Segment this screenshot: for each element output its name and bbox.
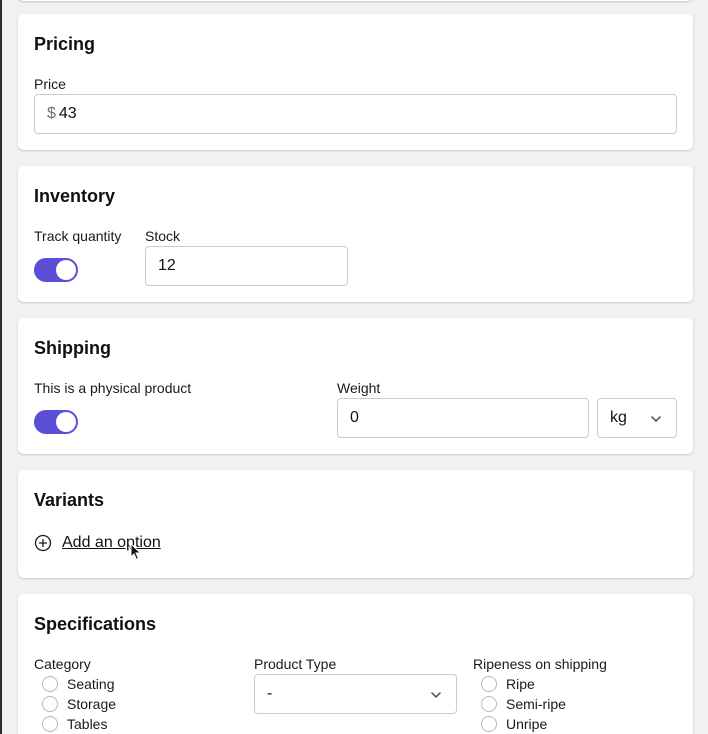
weight-unit-select[interactable]: kg — [597, 398, 677, 438]
currency-prefix: $ — [47, 105, 56, 122]
radio-button[interactable] — [481, 716, 497, 732]
weight-unit-value: kg — [610, 409, 627, 426]
ripeness-option-unripe[interactable]: Unripe — [481, 716, 547, 732]
shipping-card: Shipping This is a physical product Weig… — [18, 318, 693, 454]
ripeness-option-label: Semi-ripe — [506, 696, 566, 712]
physical-product-label: This is a physical product — [34, 380, 192, 396]
product-type-value: - — [267, 685, 273, 702]
category-option-seating[interactable]: Seating — [42, 676, 114, 692]
product-type-label: Product Type — [254, 656, 337, 672]
specifications-card: Specifications Category Seating Storage … — [18, 594, 693, 734]
weight-input[interactable]: 0 — [337, 398, 589, 438]
stock-value: 12 — [158, 257, 176, 274]
toggle-knob — [56, 260, 76, 280]
product-type-select[interactable]: - — [254, 674, 457, 714]
weight-label: Weight — [337, 380, 381, 396]
variants-title: Variants — [34, 490, 105, 510]
track-quantity-toggle[interactable] — [34, 258, 78, 282]
inventory-card: Inventory Track quantity Stock 12 — [18, 166, 693, 302]
mouse-cursor-icon — [130, 543, 142, 561]
category-option-tables[interactable]: Tables — [42, 716, 107, 732]
physical-product-toggle[interactable] — [34, 410, 78, 434]
variants-card: Variants Add an option — [18, 470, 693, 578]
category-option-storage[interactable]: Storage — [42, 696, 116, 712]
radio-button[interactable] — [42, 716, 58, 732]
window-left-edge — [0, 0, 2, 734]
radio-button[interactable] — [481, 696, 497, 712]
toggle-knob — [56, 412, 76, 432]
ripeness-option-ripe[interactable]: Ripe — [481, 676, 535, 692]
price-label: Price — [34, 76, 66, 92]
category-option-label: Tables — [67, 716, 108, 732]
stock-input[interactable]: 12 — [145, 246, 348, 286]
chevron-down-icon — [651, 416, 661, 422]
stock-label: Stock — [145, 228, 181, 244]
shipping-title: Shipping — [34, 338, 111, 358]
add-option-label: Add an option — [62, 534, 161, 551]
price-value: 43 — [58, 105, 77, 122]
weight-value: 0 — [350, 409, 359, 426]
specifications-title: Specifications — [34, 614, 157, 634]
price-input[interactable]: $ 43 — [34, 94, 677, 134]
track-quantity-label: Track quantity — [34, 228, 122, 244]
radio-button[interactable] — [481, 676, 497, 692]
ripeness-option-label: Unripe — [506, 716, 548, 732]
category-option-label: Storage — [67, 696, 117, 712]
category-option-label: Seating — [67, 676, 115, 692]
ripeness-label: Ripeness on shipping — [473, 656, 607, 672]
radio-button[interactable] — [42, 696, 58, 712]
pricing-title: Pricing — [34, 34, 96, 54]
ripeness-option-label: Ripe — [506, 676, 535, 692]
inventory-title: Inventory — [34, 186, 116, 206]
category-label: Category — [34, 656, 91, 672]
plus-circle-icon — [34, 534, 52, 552]
ripeness-option-semi-ripe[interactable]: Semi-ripe — [481, 696, 566, 712]
radio-button[interactable] — [42, 676, 58, 692]
chevron-down-icon — [431, 692, 441, 698]
previous-card-edge — [18, 0, 693, 1]
pricing-card: Pricing Price $ 43 — [18, 14, 693, 150]
